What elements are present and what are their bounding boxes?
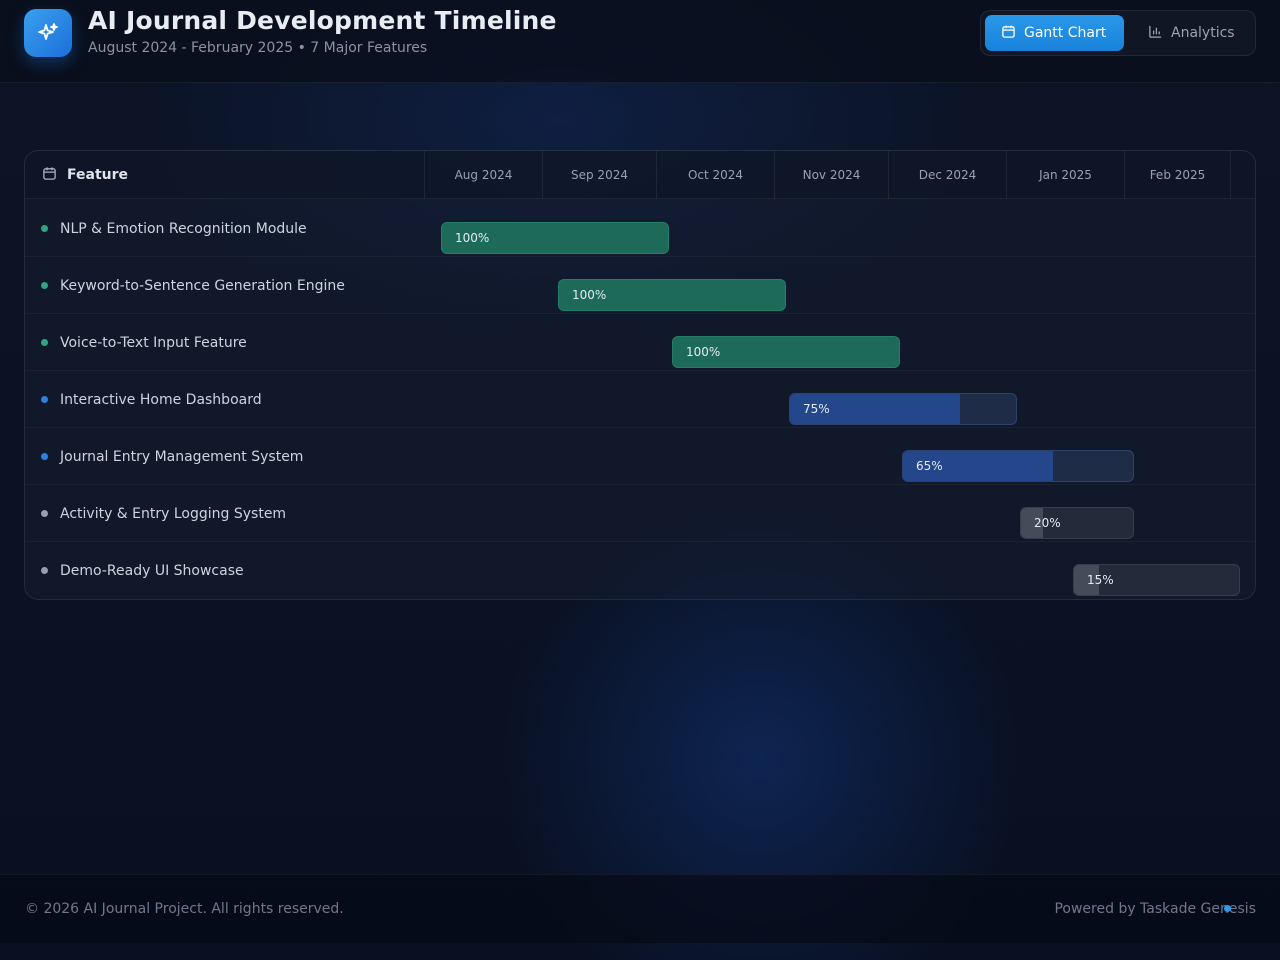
month-header: Sep 2024 (543, 151, 657, 199)
timeline-bar[interactable]: 15% (1073, 564, 1240, 596)
feature-name: Demo-Ready UI Showcase (60, 562, 244, 579)
month-header: Feb 2025 (1125, 151, 1231, 199)
feature-column-label: Feature (67, 167, 128, 183)
status-dot (41, 453, 48, 460)
analytics-tab-label: Analytics (1171, 25, 1235, 41)
gantt-header: Feature Aug 2024 Sep 2024 Oct 2024 Nov 2… (25, 151, 1255, 199)
month-header: Jan 2025 (1007, 151, 1125, 199)
feature-label: Activity & Entry Logging System (41, 485, 421, 542)
progress-label: 100% (455, 231, 490, 245)
gantt-row[interactable]: Voice-to-Text Input Feature 100% (25, 314, 1255, 371)
feature-label: Keyword-to-Sentence Generation Engine (41, 257, 421, 314)
copyright-text: © 2026 AI Journal Project. All rights re… (25, 901, 344, 917)
month-header: Dec 2024 (889, 151, 1007, 199)
app-header: AI Journal Development Timeline August 2… (0, 0, 1280, 83)
status-dot (41, 510, 48, 517)
feature-name: NLP & Emotion Recognition Module (60, 220, 307, 237)
progress-label: 15% (1087, 573, 1114, 587)
gantt-row[interactable]: NLP & Emotion Recognition Module 100% (25, 200, 1255, 257)
feature-column-header: Feature (25, 151, 425, 199)
timeline-bar[interactable]: 100% (558, 279, 786, 311)
feature-name: Keyword-to-Sentence Generation Engine (60, 277, 345, 294)
progress-label: 100% (572, 288, 607, 302)
gantt-chart: Feature Aug 2024 Sep 2024 Oct 2024 Nov 2… (24, 150, 1256, 600)
view-toggle: Gantt Chart Analytics (980, 10, 1256, 56)
status-dot (41, 282, 48, 289)
status-indicator-dot (1224, 905, 1231, 912)
gantt-chart-tab[interactable]: Gantt Chart (985, 15, 1124, 51)
gantt-chart-tab-label: Gantt Chart (1024, 25, 1107, 41)
gantt-row[interactable]: Interactive Home Dashboard 75% (25, 371, 1255, 428)
timeline-bar[interactable]: 65% (902, 450, 1134, 482)
month-header: Aug 2024 (425, 151, 543, 199)
feature-name: Voice-to-Text Input Feature (60, 334, 247, 351)
feature-name: Journal Entry Management System (60, 448, 304, 465)
month-header: Oct 2024 (657, 151, 775, 199)
feature-label: Journal Entry Management System (41, 428, 421, 485)
status-dot (41, 396, 48, 403)
timeline-bar[interactable]: 20% (1020, 507, 1134, 539)
gantt-row[interactable]: Demo-Ready UI Showcase 15% (25, 542, 1255, 599)
feature-name: Activity & Entry Logging System (60, 505, 287, 522)
progress-label: 75% (803, 402, 830, 416)
sparkles-logo-icon (24, 9, 72, 57)
status-dot (41, 225, 48, 232)
gantt-row[interactable]: Activity & Entry Logging System 20% (25, 485, 1255, 542)
progress-label: 100% (686, 345, 721, 359)
month-header: Nov 2024 (775, 151, 889, 199)
timeline-bar[interactable]: 75% (789, 393, 1017, 425)
timeline-bar[interactable]: 100% (441, 222, 669, 254)
gantt-row[interactable]: Journal Entry Management System 65% (25, 428, 1255, 485)
progress-label: 65% (916, 459, 943, 473)
feature-name: Interactive Home Dashboard (60, 391, 262, 408)
feature-label: Voice-to-Text Input Feature (41, 314, 421, 371)
feature-label: Interactive Home Dashboard (41, 371, 421, 428)
gantt-row[interactable]: Keyword-to-Sentence Generation Engine 10… (25, 257, 1255, 314)
app-footer: © 2026 AI Journal Project. All rights re… (0, 874, 1280, 943)
page-title: AI Journal Development Timeline (88, 6, 557, 35)
calendar-icon (1001, 24, 1016, 43)
feature-label: NLP & Emotion Recognition Module (41, 200, 421, 257)
analytics-tab[interactable]: Analytics (1132, 15, 1252, 51)
calendar-icon (42, 166, 57, 185)
progress-label: 20% (1034, 516, 1061, 530)
status-dot (41, 339, 48, 346)
bar-chart-icon (1148, 24, 1163, 43)
timeline-bar[interactable]: 100% (672, 336, 900, 368)
status-dot (41, 567, 48, 574)
feature-label: Demo-Ready UI Showcase (41, 542, 421, 599)
page-subtitle: August 2024 - February 2025 • 7 Major Fe… (88, 40, 428, 56)
